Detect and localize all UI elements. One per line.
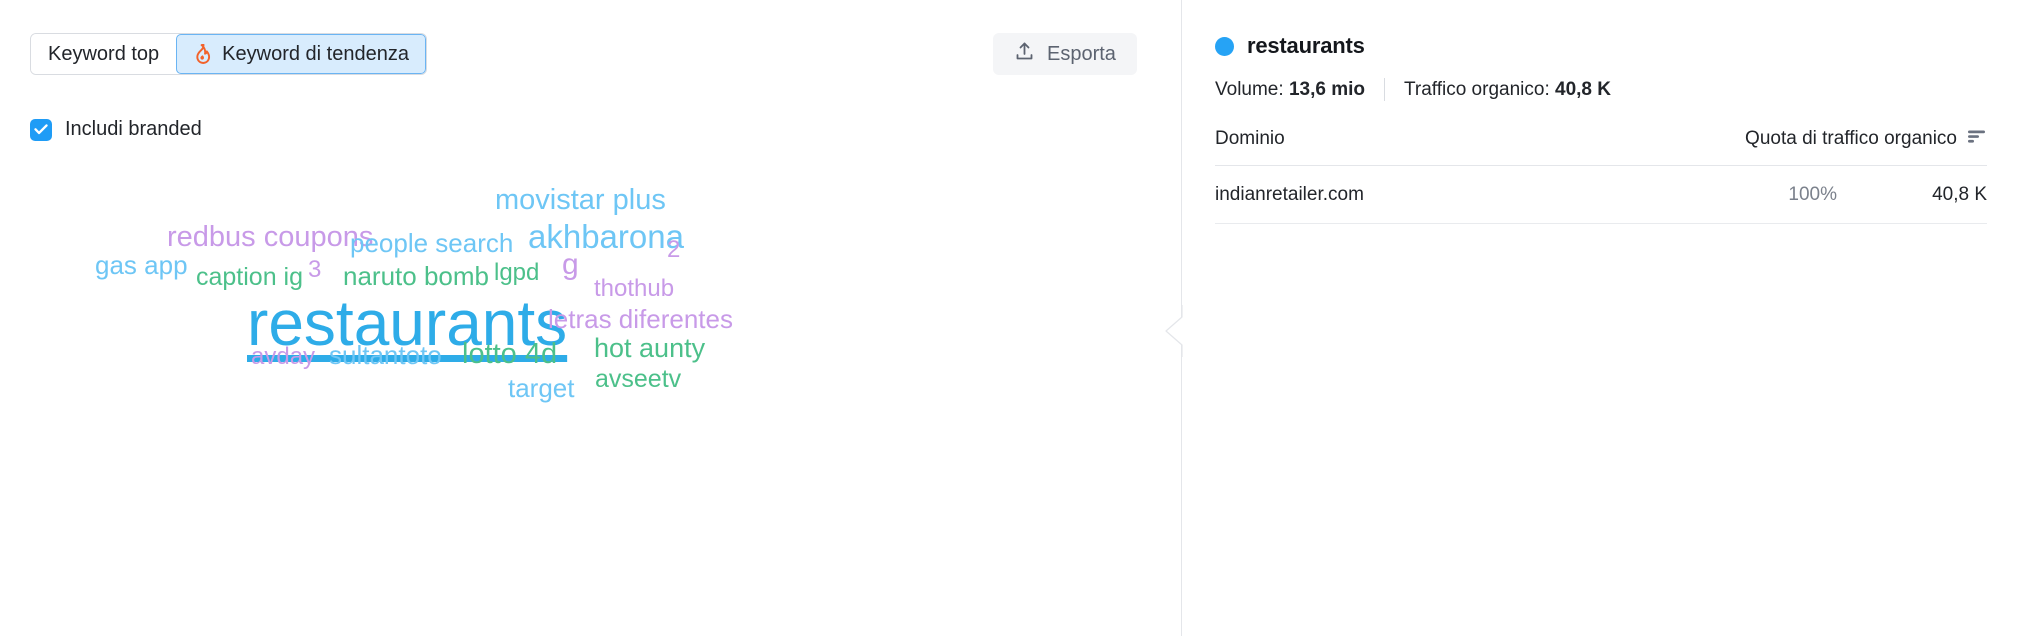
keyword-details-panel: restaurants Volume: 13,6 mio Traffico or… — [1182, 0, 2020, 636]
keyword-color-dot — [1215, 36, 1234, 56]
flame-icon — [193, 42, 212, 65]
include-branded-checkbox[interactable] — [30, 118, 52, 141]
keyword-word-cloud[interactable]: movistar plus redbus coupons people search… — [0, 160, 1180, 580]
sort-descending-icon[interactable] — [1966, 128, 1987, 150]
keyword-wordcloud-widget: Keyword top Keyword di tendenza Includi — [0, 0, 2020, 636]
keyword-metrics: Volume: 13,6 mio Traffico organico: 40,8… — [1215, 78, 1611, 101]
include-branded-label: Includi branded — [65, 118, 202, 140]
wordcloud-word[interactable]: sultantoto — [329, 342, 442, 368]
check-icon — [34, 124, 48, 135]
metric-divider — [1383, 78, 1385, 101]
volume-value: 13,6 mio — [1288, 78, 1365, 100]
wordcloud-word[interactable]: avday — [251, 345, 315, 369]
wordcloud-word[interactable]: redbus coupons — [167, 223, 373, 252]
column-header-domain[interactable]: Dominio — [1215, 128, 1745, 150]
domains-table: Dominio Quota di traffico organico india… — [1215, 128, 1987, 224]
wordcloud-word[interactable]: 2 — [667, 238, 680, 262]
tab-keyword-trending-label: Keyword di tendenza — [222, 42, 409, 65]
organic-traffic-label: Traffico organico: — [1403, 78, 1550, 100]
cell-percent: 100% — [1788, 183, 1837, 205]
table-header-row: Dominio Quota di traffico organico — [1215, 128, 1987, 166]
wordcloud-word[interactable]: lgpd — [494, 261, 539, 285]
wordcloud-word[interactable]: lotto 4d — [462, 340, 557, 369]
wordcloud-word[interactable]: 3 — [308, 258, 321, 282]
wordcloud-word[interactable]: hot aunty — [594, 335, 705, 362]
keyword-title: restaurants — [1247, 33, 1365, 58]
wordcloud-word[interactable]: letras diferentes — [548, 306, 733, 332]
wordcloud-word[interactable]: target — [508, 375, 575, 401]
wordcloud-word[interactable]: people search — [350, 230, 513, 256]
tab-keyword-top[interactable]: Keyword top — [31, 34, 177, 74]
upload-icon — [1014, 41, 1035, 68]
cell-domain[interactable]: indianretailer.com — [1215, 184, 1687, 206]
include-branded-row[interactable]: Includi branded — [30, 118, 202, 141]
wordcloud-word[interactable]: movistar plus — [495, 186, 666, 215]
organic-traffic-value: 40,8 K — [1555, 78, 1611, 100]
table-row[interactable]: indianretailer.com 100% 40,8 K — [1215, 166, 1987, 224]
keyword-mode-toggle[interactable]: Keyword top Keyword di tendenza — [30, 33, 427, 75]
export-button[interactable]: Esporta — [993, 33, 1137, 75]
wordcloud-word[interactable]: naruto bomb — [343, 263, 489, 289]
wordcloud-word[interactable]: thothub — [594, 277, 674, 301]
tab-keyword-trending[interactable]: Keyword di tendenza — [176, 34, 426, 74]
volume-metric: Volume: 13,6 mio — [1215, 79, 1365, 101]
keyword-header: restaurants — [1215, 33, 1365, 59]
cell-traffic: 40,8 K — [1932, 183, 1987, 205]
export-button-label: Esporta — [1047, 42, 1116, 65]
wordcloud-word[interactable]: avseetv — [595, 367, 681, 392]
wordcloud-word[interactable]: gas app — [95, 252, 188, 278]
volume-label: Volume: — [1215, 78, 1284, 100]
tab-keyword-top-label: Keyword top — [48, 42, 160, 65]
organic-traffic-metric: Traffico organico: 40,8 K — [1404, 79, 1611, 101]
column-header-organic-share-label: Quota di traffico organico — [1745, 128, 1957, 149]
column-header-organic-share[interactable]: Quota di traffico organico — [1745, 128, 1987, 150]
wordcloud-panel: Keyword top Keyword di tendenza Includi — [0, 0, 1182, 636]
wordcloud-word[interactable]: akhbarona — [528, 220, 684, 253]
wordcloud-word[interactable]: g — [562, 250, 579, 280]
